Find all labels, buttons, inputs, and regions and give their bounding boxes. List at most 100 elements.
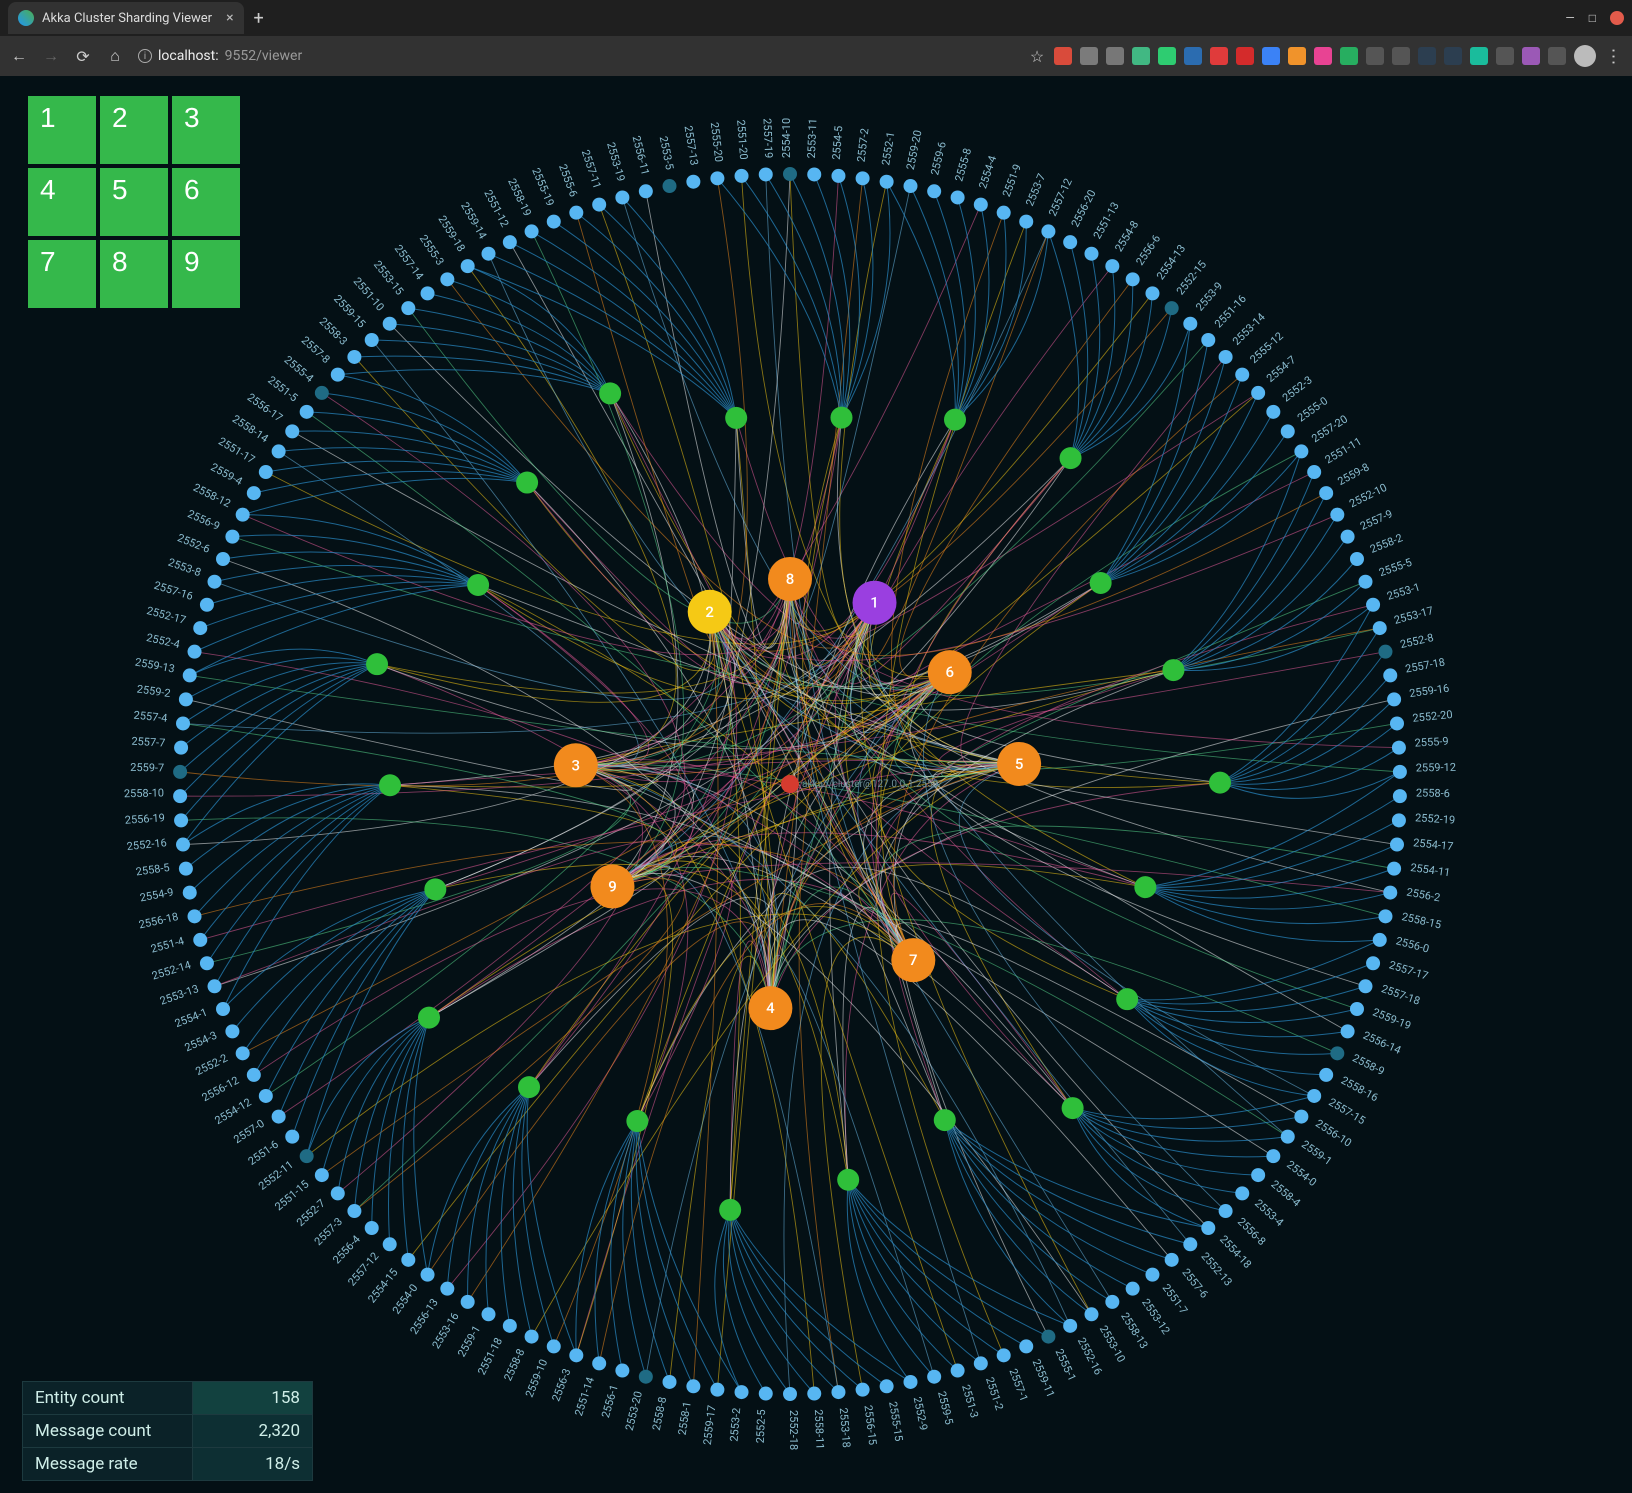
outer-node[interactable] [783,167,797,181]
pad-button-7[interactable]: 7 [28,240,96,308]
outer-node[interactable] [176,838,190,852]
outer-node[interactable] [315,386,329,400]
outer-node[interactable] [880,175,894,189]
outer-node[interactable] [1387,692,1401,706]
outer-node[interactable] [383,317,397,331]
outer-node[interactable] [188,909,202,923]
outer-node[interactable] [315,1168,329,1182]
outer-node[interactable] [710,1383,724,1397]
extension-icon[interactable] [1080,47,1098,65]
outer-node[interactable] [347,350,361,364]
pad-button-3[interactable]: 3 [172,96,240,164]
outer-node[interactable] [1390,716,1404,730]
outer-node[interactable] [615,190,629,204]
outer-node[interactable] [1019,1339,1033,1353]
extension-icon[interactable] [1392,47,1410,65]
outer-node[interactable] [1373,621,1387,635]
outer-node[interactable] [710,171,724,185]
outer-node[interactable] [1341,530,1355,544]
outer-node[interactable] [200,956,214,970]
window-close-icon[interactable] [1610,11,1624,25]
window-min-icon[interactable]: — [1565,11,1574,25]
outer-node[interactable] [663,179,677,193]
outer-node[interactable] [1350,1002,1364,1016]
outer-node[interactable] [1378,909,1392,923]
outer-node[interactable] [183,668,197,682]
outer-node[interactable] [331,368,345,382]
outer-node[interactable] [272,444,286,458]
outer-node[interactable] [1378,645,1392,659]
outer-node[interactable] [300,405,314,419]
outer-node[interactable] [1183,1237,1197,1251]
shard-node[interactable] [599,382,621,404]
outer-node[interactable] [1281,424,1295,438]
pad-button-9[interactable]: 9 [172,240,240,308]
outer-node[interactable] [1019,215,1033,229]
outer-node[interactable] [1366,956,1380,970]
outer-node[interactable] [285,1130,299,1144]
outer-node[interactable] [569,206,583,220]
outer-node[interactable] [1041,224,1055,238]
outer-node[interactable] [503,235,517,249]
outer-node[interactable] [193,933,207,947]
pad-button-1[interactable]: 1 [28,96,96,164]
extension-icon[interactable] [1210,47,1228,65]
outer-node[interactable] [1126,272,1140,286]
nav-home-icon[interactable]: ⌂ [106,46,124,66]
outer-node[interactable] [1219,1204,1233,1218]
outer-node[interactable] [401,1253,415,1267]
profile-avatar[interactable] [1574,45,1596,67]
outer-node[interactable] [951,1364,965,1378]
outer-node[interactable] [1235,368,1249,382]
extension-icon[interactable] [1106,47,1124,65]
outer-node[interactable] [686,1379,700,1393]
outer-node[interactable] [525,224,539,238]
outer-node[interactable] [1126,1282,1140,1296]
shard-node[interactable] [934,1109,956,1131]
outer-node[interactable] [1330,1046,1344,1060]
extension-icon[interactable] [1132,47,1150,65]
outer-node[interactable] [216,552,230,566]
outer-node[interactable] [807,167,821,181]
outer-node[interactable] [1393,789,1407,803]
shard-node[interactable] [379,774,401,796]
outer-node[interactable] [639,1370,653,1384]
outer-node[interactable] [880,1379,894,1393]
outer-node[interactable] [951,190,965,204]
outer-node[interactable] [331,1186,345,1200]
browser-menu-icon[interactable]: ⋯ [1603,47,1624,65]
outer-node[interactable] [1084,1307,1098,1321]
outer-node[interactable] [1063,235,1077,249]
shard-node[interactable] [1060,447,1082,469]
outer-node[interactable] [525,1330,539,1344]
outer-node[interactable] [461,1295,475,1309]
shard-node[interactable] [516,472,538,494]
outer-node[interactable] [1063,1319,1077,1333]
outer-node[interactable] [193,621,207,635]
shard-node[interactable] [1162,659,1184,681]
shard-node[interactable] [626,1110,648,1132]
outer-node[interactable] [1201,1221,1215,1235]
shard-node[interactable] [1090,572,1112,594]
extension-icon[interactable] [1262,47,1280,65]
outer-node[interactable] [1145,1268,1159,1282]
outer-node[interactable] [200,598,214,612]
outer-node[interactable] [503,1319,517,1333]
outer-node[interactable] [482,1307,496,1321]
outer-node[interactable] [1307,465,1321,479]
outer-node[interactable] [179,862,193,876]
outer-node[interactable] [1392,741,1406,755]
outer-node[interactable] [1201,333,1215,347]
nav-reload-icon[interactable]: ⟳ [74,47,92,66]
shard-node[interactable] [1116,988,1138,1010]
outer-node[interactable] [440,1282,454,1296]
outer-node[interactable] [592,1356,606,1370]
extension-icon[interactable] [1184,47,1202,65]
outer-node[interactable] [547,215,561,229]
outer-node[interactable] [1084,247,1098,261]
extension-icon[interactable] [1340,47,1358,65]
outer-node[interactable] [216,1002,230,1016]
pad-button-4[interactable]: 4 [28,168,96,236]
shard-node[interactable] [1062,1097,1084,1119]
outer-node[interactable] [735,169,749,183]
